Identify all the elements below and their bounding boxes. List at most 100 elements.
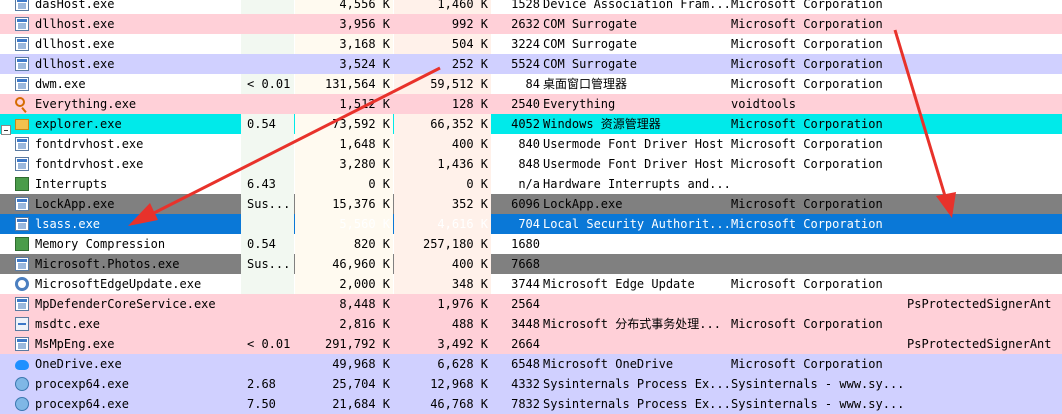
network-icon <box>15 317 29 331</box>
process-name: dwm.exe <box>35 74 240 94</box>
company-value: Microsoft Corporation <box>731 317 883 331</box>
process-row[interactable]: lsass.exe 5,560 K 4,616 K 704 Local Security… <box>0 214 1062 234</box>
process-row[interactable]: dasHost.exe 4,556 K 1,460 K 1528 Device Asso… <box>0 0 1062 14</box>
protection-value <box>907 274 1062 294</box>
working-set-value: 992 K <box>394 14 491 34</box>
process-name: Memory Compression <box>35 234 240 254</box>
pid-value: 1528 <box>492 0 542 14</box>
process-row[interactable]: LockApp.exe Sus... 15,376 K 352 K 6096 LockAp… <box>0 194 1062 214</box>
globe-icon <box>15 397 29 411</box>
pid-value: 7668 <box>511 257 540 271</box>
process-name: dasHost.exe <box>35 0 240 14</box>
company-value: Microsoft Corporation <box>731 117 883 131</box>
process-name: fontdrvhost.exe <box>35 134 240 154</box>
pid-value: 848 <box>492 154 542 174</box>
description-value: COM Surrogate <box>543 57 637 71</box>
search-icon <box>15 97 25 107</box>
process-row[interactable]: dllhost.exe 3,956 K 992 K 2632 COM Surrogate… <box>0 14 1062 34</box>
company-value: Microsoft Corporation <box>731 0 907 14</box>
protection-value <box>907 154 1062 174</box>
process-row[interactable]: msdtc.exe 2,816 K 488 K 3448 Microsoft 分布式事务… <box>0 314 1062 334</box>
company-value: Microsoft Corporation <box>731 217 883 231</box>
process-row[interactable]: dwm.exe < 0.01 131,564 K 59,512 K 84 桌面窗口管理器 M… <box>0 74 1062 94</box>
working-set-value: 59,512 K <box>394 74 491 94</box>
private-bytes-value: 8,448 K <box>295 294 393 314</box>
process-row[interactable]: Memory Compression 0.54 820 K 257,180 K 1680 <box>0 234 1062 254</box>
process-row[interactable]: OneDrive.exe 49,968 K 6,628 K 6548 Microsoft… <box>0 354 1062 374</box>
process-icon-cell <box>13 214 33 234</box>
company-value: Microsoft Corporation <box>731 34 907 54</box>
collapse-tree-toggle[interactable] <box>1 125 11 135</box>
process-name: dllhost.exe <box>35 17 115 31</box>
private-bytes-value: 3,524 K <box>295 54 393 74</box>
window-icon <box>15 77 29 91</box>
process-row[interactable]: explorer.exe 0.54 73,592 K 66,352 K 4052 Wind… <box>0 114 1062 134</box>
process-row[interactable]: fontdrvhost.exe 1,648 K 400 K 840 Usermode F… <box>0 134 1062 154</box>
private-bytes-value: 1,512 K <box>295 94 393 114</box>
process-name: Microsoft.Photos.exe <box>35 257 180 271</box>
working-set-value: 504 K <box>394 34 491 54</box>
process-row[interactable]: Microsoft.Photos.exe Sus... 46,960 K 400 K 7… <box>0 254 1062 274</box>
system-icon <box>15 237 29 251</box>
cpu-value <box>241 134 294 154</box>
working-set-value: 252 K <box>394 54 491 74</box>
process-row[interactable]: fontdrvhost.exe 3,280 K 1,436 K 848 Usermode… <box>0 154 1062 174</box>
private-bytes-value: 5,560 K <box>295 214 393 234</box>
pid-value: 3224 <box>492 34 542 54</box>
working-set-value: 4,616 K <box>394 214 491 234</box>
process-name: dllhost.exe <box>35 57 115 71</box>
company-value: voidtools <box>731 97 797 111</box>
process-row[interactable]: procexp64.exe 7.50 21,684 K 46,768 K 7832 Sys… <box>0 394 1062 414</box>
process-row[interactable]: dllhost.exe 3,524 K 252 K 5524 COM Surrogate… <box>0 54 1062 74</box>
cpu-value: 6.43 <box>241 174 294 194</box>
process-name: dllhost.exe <box>35 34 240 54</box>
description-value: Local Security Authorit... <box>543 217 731 231</box>
process-row[interactable]: dllhost.exe 3,168 K 504 K 3224 COM Surrogate… <box>0 34 1062 54</box>
private-bytes-value: 820 K <box>295 234 393 254</box>
window-icon <box>15 17 29 31</box>
window-icon <box>15 57 29 71</box>
pid-value: 1680 <box>492 234 542 254</box>
working-set-value: 12,968 K <box>394 374 491 394</box>
process-name: procexp64.exe <box>35 377 129 391</box>
protection-value <box>907 94 1062 114</box>
description-value: Device Association Fram... <box>543 0 731 14</box>
description-value: COM Surrogate <box>543 17 637 31</box>
protection-value <box>907 74 1062 94</box>
gear-icon <box>15 277 29 291</box>
description-value: Microsoft Edge Update <box>543 274 731 294</box>
company-value: Microsoft Corporation <box>731 134 907 154</box>
cpu-value <box>241 274 294 294</box>
pid-value: 4052 <box>511 117 540 131</box>
protection-value <box>907 234 1062 254</box>
protection-value <box>907 314 1062 334</box>
process-icon-cell <box>13 134 33 154</box>
description-value: Sysinternals Process Ex... <box>543 377 731 391</box>
private-bytes-value: 21,684 K <box>295 394 393 414</box>
process-name: Interrupts <box>35 174 240 194</box>
process-row[interactable]: MpDefenderCoreService.exe 8,448 K 1,976 K 2… <box>0 294 1062 314</box>
description-value <box>543 254 731 274</box>
process-name: Everything.exe <box>35 97 137 111</box>
cpu-value <box>241 314 294 334</box>
process-row[interactable]: MicrosoftEdgeUpdate.exe 2,000 K 348 K 3744 M… <box>0 274 1062 294</box>
protection-value: PsProtectedSignerAnt <box>907 337 1052 351</box>
process-row[interactable]: procexp64.exe 2.68 25,704 K 12,968 K 4332 Sys… <box>0 374 1062 394</box>
pid-value: n/a <box>492 174 542 194</box>
private-bytes-value: 131,564 K <box>295 74 393 94</box>
process-row[interactable]: MsMpEng.exe < 0.01 291,792 K 3,492 K 2664 PsP… <box>0 334 1062 354</box>
pid-value: 3744 <box>492 274 542 294</box>
process-icon-cell <box>13 394 33 414</box>
pid-value: 3448 <box>511 317 540 331</box>
company-value: Microsoft Corporation <box>731 17 883 31</box>
working-set-value: 128 K <box>394 94 491 114</box>
working-set-value: 400 K <box>394 134 491 154</box>
process-row[interactable]: Interrupts 6.43 0 K0 Kn/a Hardware Interrup… <box>0 174 1062 194</box>
working-set-value: 66,352 K <box>394 114 491 134</box>
process-row[interactable]: Everything.exe 1,512 K 128 K 2540 Everything… <box>0 94 1062 114</box>
process-icon-cell <box>13 34 33 54</box>
private-bytes-value: 15,376 K <box>295 194 393 214</box>
process-icon-cell <box>13 354 33 374</box>
process-name: LockApp.exe <box>35 197 115 211</box>
cpu-value: 7.50 <box>241 394 294 414</box>
